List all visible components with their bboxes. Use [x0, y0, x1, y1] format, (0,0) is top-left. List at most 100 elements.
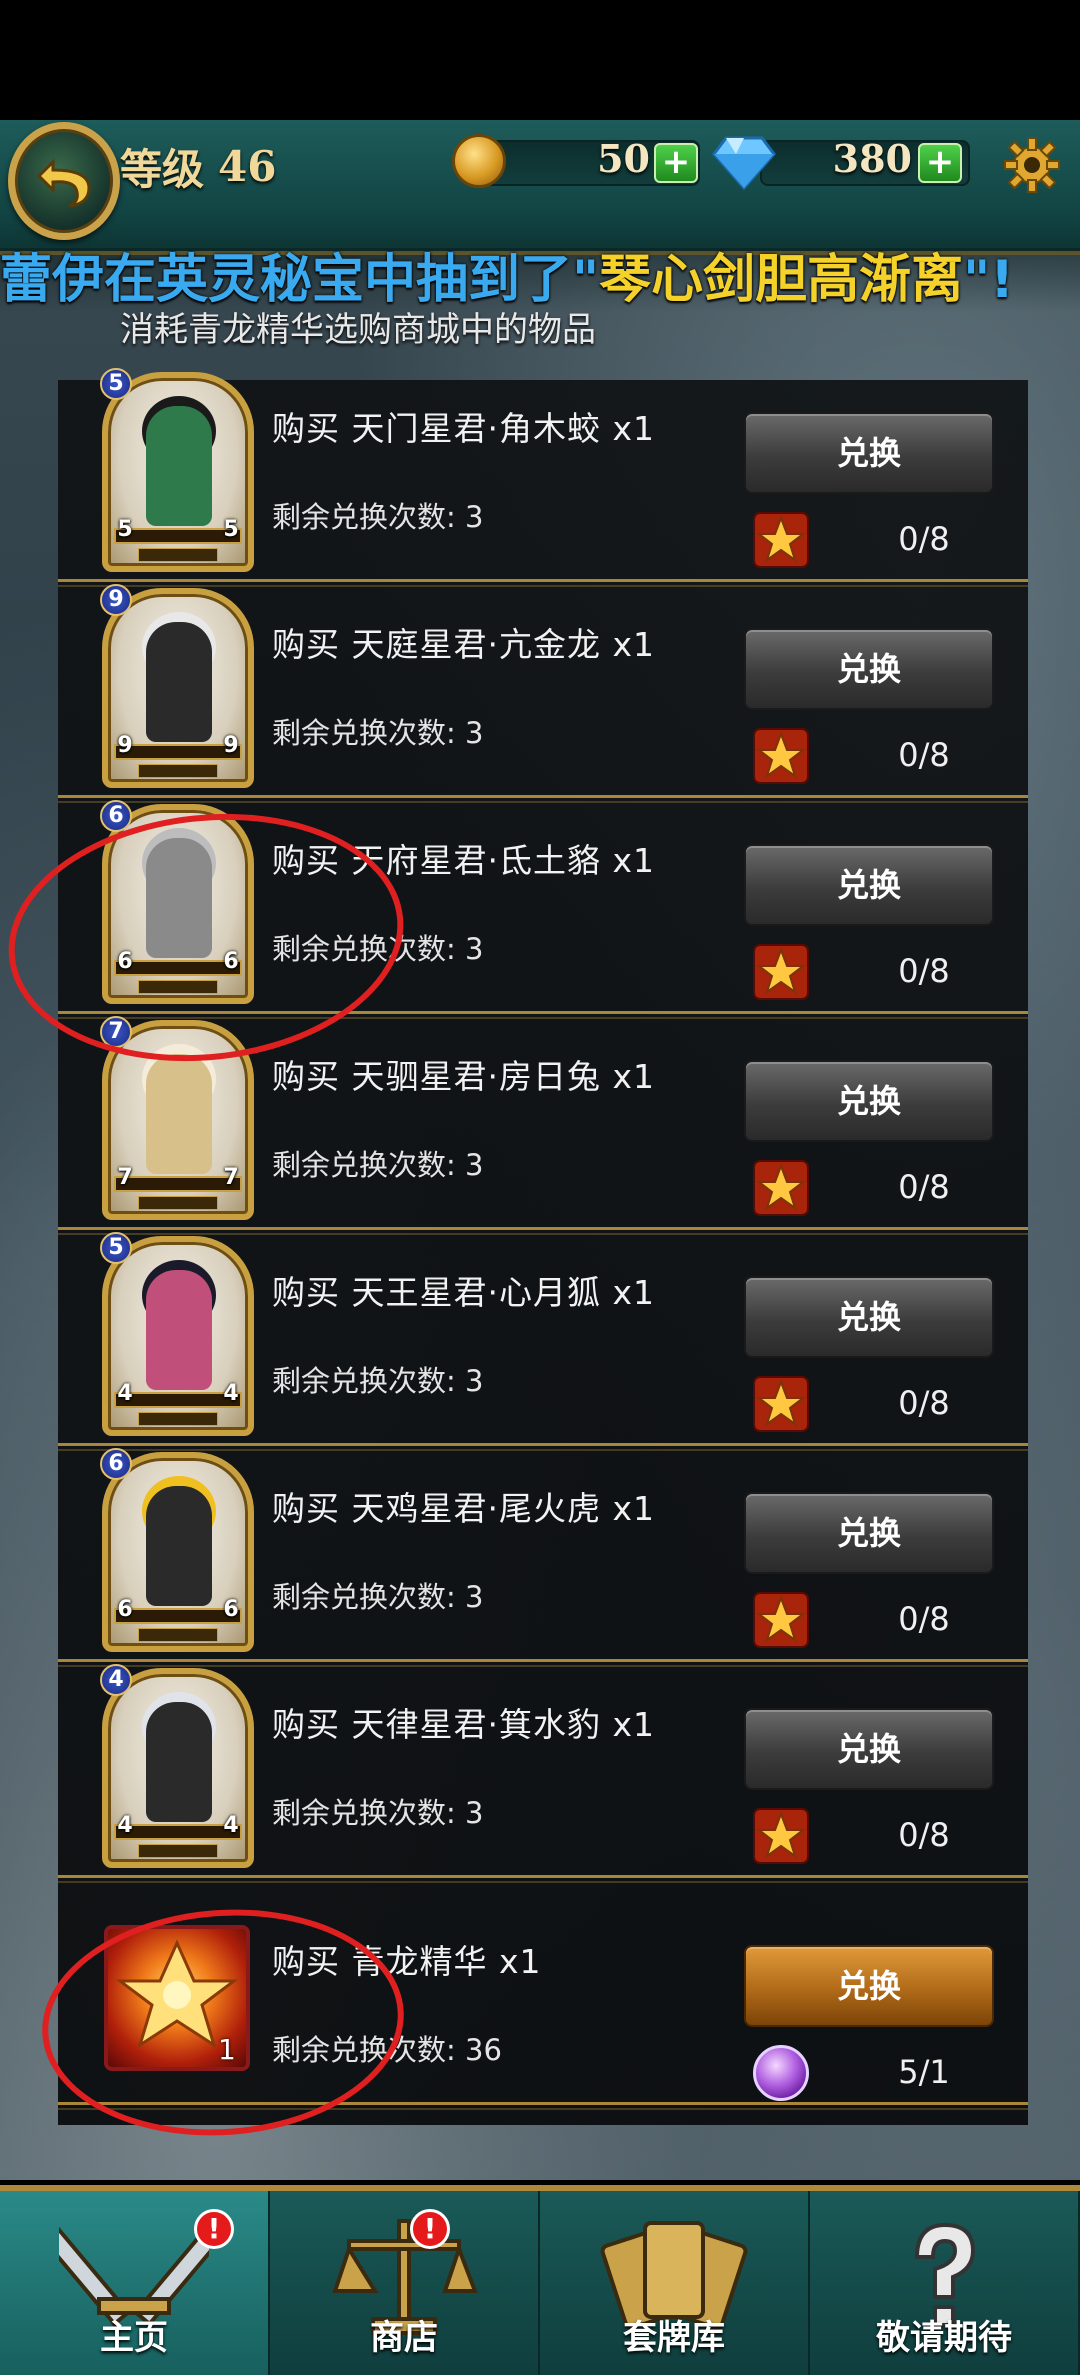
- hero-star-badge: 9: [100, 584, 132, 616]
- cost-progress: 0/8: [898, 1816, 950, 1854]
- exchange-button[interactable]: 兑换: [744, 1708, 994, 1790]
- exchange-row: 6 6 6 购买 天鸡星君·尾火虎 x1 剩余兑换次数: 3 兑换 0/8: [58, 1448, 1028, 1667]
- hero-subplate: [138, 548, 218, 562]
- remain-text: 剩余兑换次数: 3: [272, 1580, 484, 1614]
- hero-card[interactable]: 5 5: [102, 372, 254, 572]
- exchange-button[interactable]: 兑换: [744, 1060, 994, 1142]
- hero-level-left: 4: [117, 1813, 133, 1838]
- hero-level-right: 5: [223, 517, 239, 542]
- level-label: 等级: [120, 144, 205, 194]
- hero-card[interactable]: 4 4: [102, 1668, 254, 1868]
- qinglong-essence-icon: [753, 944, 809, 1000]
- buy-text: 购买 天驷星君·房日兔 x1: [272, 1057, 655, 1096]
- hero-star-badge: 6: [100, 1448, 132, 1480]
- hero-card[interactable]: 6 6: [102, 1452, 254, 1652]
- hero-subplate: [138, 764, 218, 778]
- exchange-button[interactable]: 兑换: [744, 1276, 994, 1358]
- back-button[interactable]: [8, 122, 120, 240]
- tab-deck-label: 套牌库: [623, 2318, 725, 2358]
- qinglong-essence-icon: [753, 1160, 809, 1216]
- hero-level-left: 6: [117, 1597, 133, 1622]
- back-arrow-icon: [36, 158, 91, 208]
- tab-deck[interactable]: 套牌库: [540, 2191, 810, 2375]
- hero-level-right: 4: [223, 1381, 239, 1406]
- hero-level-left: 5: [117, 517, 133, 542]
- hero-figure: [146, 1054, 212, 1174]
- cost-progress: 0/8: [898, 1600, 950, 1638]
- broadcast-text-2: "!: [963, 250, 1014, 310]
- exchange-row: 4 4 4 购买 天律星君·箕水豹 x1 剩余兑换次数: 3 兑换 0/8: [58, 1664, 1028, 1883]
- add-gold-button[interactable]: +: [654, 143, 698, 183]
- hero-star-badge: 6: [100, 800, 132, 832]
- qinglong-essence-icon: [753, 1592, 809, 1648]
- bottom-nav: ! 主页 ! 商店 套牌库 敬请期待: [0, 2185, 1080, 2375]
- home-alert-badge: !: [194, 2209, 234, 2249]
- hero-subplate: [138, 1844, 218, 1858]
- hero-level-right: 6: [223, 1597, 239, 1622]
- buy-text: 购买 天鸡星君·尾火虎 x1: [272, 1489, 655, 1528]
- hero-figure: [146, 1270, 212, 1390]
- exchange-row: 5 5 5 购买 天门星君·角木蛟 x1 剩余兑换次数: 3 兑换 0/8: [58, 368, 1028, 587]
- tab-shop[interactable]: ! 商店: [270, 2191, 540, 2375]
- hero-star-badge: 4: [100, 1664, 132, 1696]
- gold-coin-icon: [452, 134, 506, 188]
- tab-home-label: 主页: [100, 2318, 168, 2358]
- hero-subplate: [138, 1412, 218, 1426]
- broadcast-hero-name: 琴心剑胆高渐离: [599, 250, 964, 310]
- exchange-row: 9 9 9 购买 天庭星君·亢金龙 x1 剩余兑换次数: 3 兑换 0/8: [58, 584, 1028, 803]
- buy-text: 购买 天王星君·心月狐 x1: [272, 1273, 655, 1312]
- hero-level-left: 9: [117, 733, 133, 758]
- level-value: 46: [218, 141, 277, 191]
- level-display: 等级 46: [120, 138, 276, 194]
- hero-card[interactable]: 9 9: [102, 588, 254, 788]
- hero-level-left: 7: [117, 1165, 133, 1190]
- shop-subtitle: 消耗青龙精华选购商城中的物品: [120, 310, 596, 350]
- tab-coming-soon-label: 敬请期待: [876, 2318, 1012, 2358]
- tab-shop-label: 商店: [370, 2318, 438, 2358]
- hero-level-right: 4: [223, 1813, 239, 1838]
- buy-text: 购买 天门星君·角木蛟 x1: [272, 409, 655, 448]
- hero-figure: [146, 1702, 212, 1822]
- remain-text: 剩余兑换次数: 3: [272, 1148, 484, 1182]
- hero-subplate: [138, 1628, 218, 1642]
- cost-progress: 0/8: [898, 1168, 950, 1206]
- buy-text: 购买 天庭星君·亢金龙 x1: [272, 625, 655, 664]
- qinglong-essence-icon: [753, 512, 809, 568]
- hero-subplate: [138, 1196, 218, 1210]
- exchange-button[interactable]: 兑换: [744, 844, 994, 926]
- remain-text: 剩余兑换次数: 3: [272, 1796, 484, 1830]
- hero-star-badge: 5: [100, 1232, 132, 1264]
- hero-level-left: 4: [117, 1381, 133, 1406]
- essence-exchange-button[interactable]: 兑换: [744, 1945, 994, 2027]
- add-diamond-button[interactable]: +: [918, 143, 962, 183]
- qinglong-essence-icon: [753, 728, 809, 784]
- hero-star-badge: 5: [100, 368, 132, 400]
- tab-home[interactable]: ! 主页: [0, 2191, 270, 2375]
- gold-amount: 50: [597, 136, 650, 181]
- remain-text: 剩余兑换次数: 3: [272, 716, 484, 750]
- exchange-button[interactable]: 兑换: [744, 412, 994, 494]
- cost-progress: 0/8: [898, 1384, 950, 1422]
- diamond-amount: 380: [832, 136, 912, 181]
- exchange-button[interactable]: 兑换: [744, 628, 994, 710]
- buy-text: 购买 天律星君·箕水豹 x1: [272, 1705, 655, 1744]
- exchange-row: 4 4 5 购买 天王星君·心月狐 x1 剩余兑换次数: 3 兑换 0/8: [58, 1232, 1028, 1451]
- cost-progress: 0/8: [898, 520, 950, 558]
- qinglong-essence-icon: [753, 1808, 809, 1864]
- settings-gear-icon[interactable]: [1003, 136, 1061, 194]
- hero-level-right: 7: [223, 1165, 239, 1190]
- remain-text: 剩余兑换次数: 3: [272, 500, 484, 534]
- remain-text: 剩余兑换次数: 3: [272, 1364, 484, 1398]
- hero-level-right: 9: [223, 733, 239, 758]
- qinglong-essence-icon: [753, 1376, 809, 1432]
- hero-card[interactable]: 4 4: [102, 1236, 254, 1436]
- essence-cost: 5/1: [898, 2053, 950, 2091]
- tab-coming-soon[interactable]: 敬请期待: [810, 2191, 1080, 2375]
- hero-figure: [146, 622, 212, 742]
- diamond-icon: [712, 136, 776, 190]
- shop-alert-badge: !: [410, 2209, 450, 2249]
- cost-progress: 0/8: [898, 952, 950, 990]
- exchange-button[interactable]: 兑换: [744, 1492, 994, 1574]
- hero-figure: [146, 406, 212, 526]
- hero-figure: [146, 1486, 212, 1606]
